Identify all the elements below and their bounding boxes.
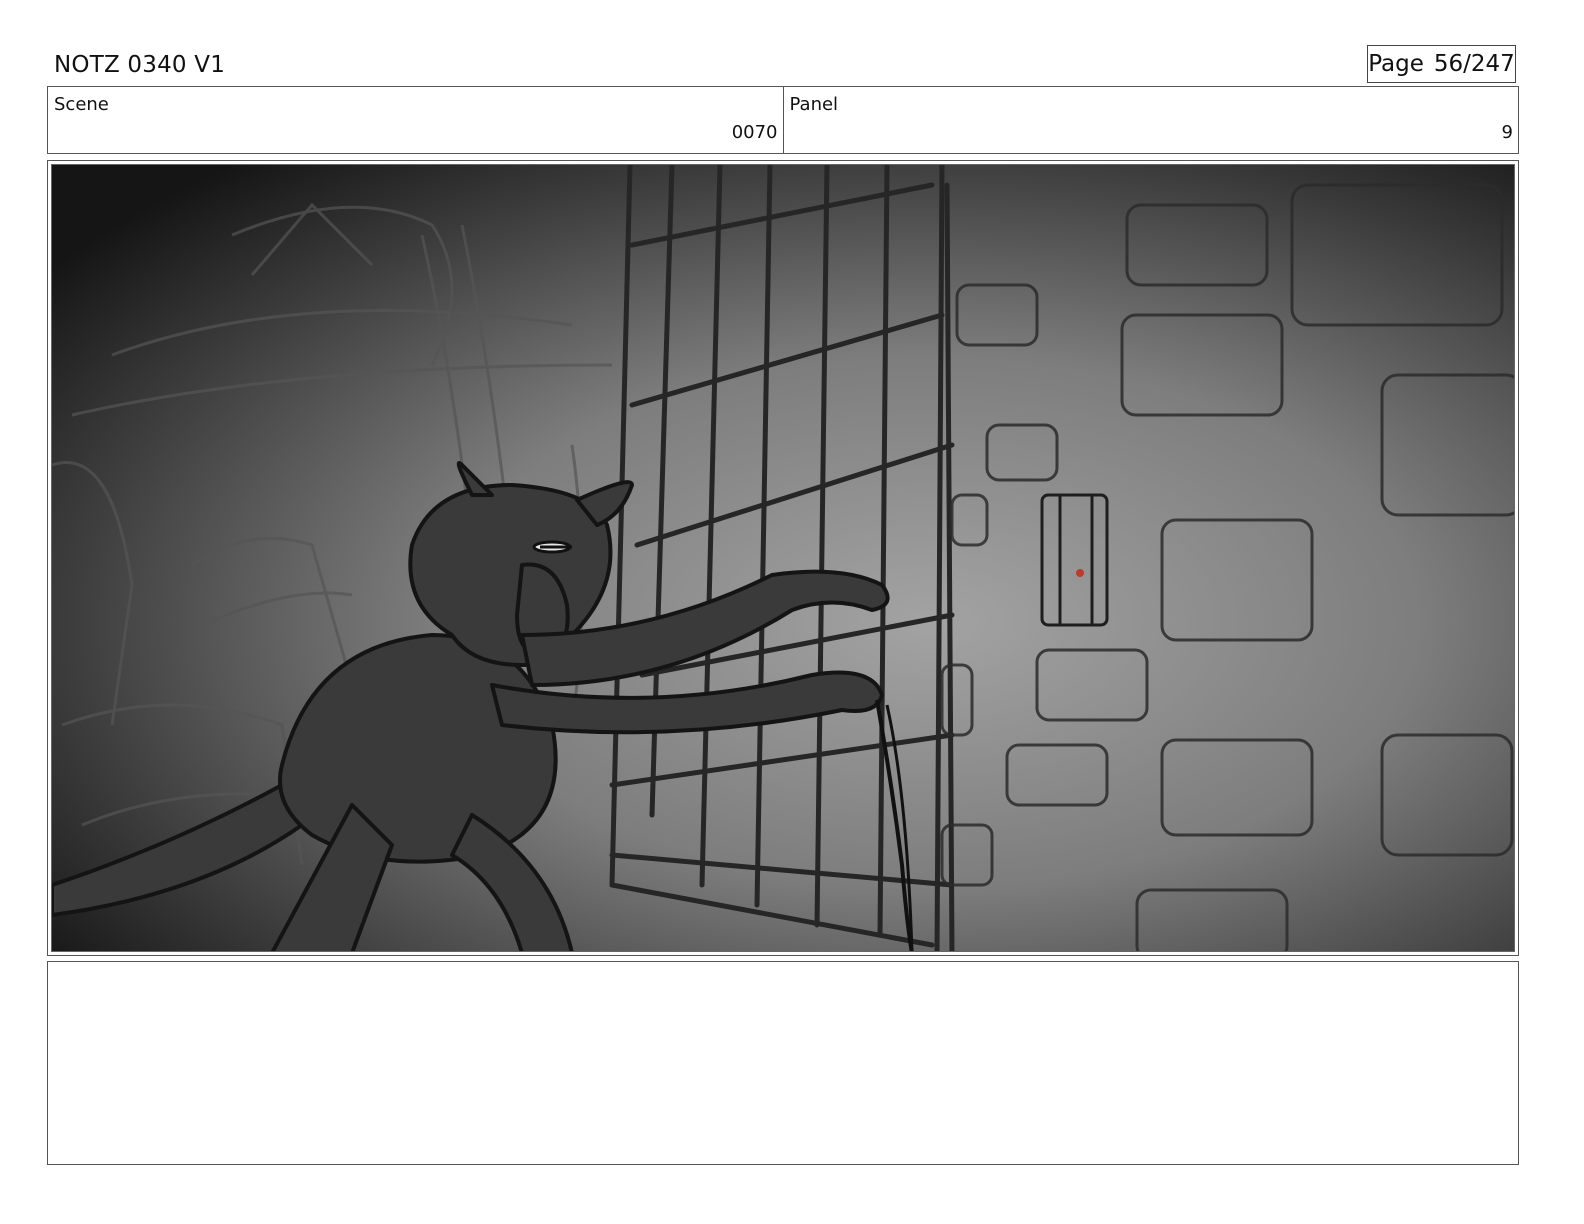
scene-panel-info: Scene 0070 Panel 9: [47, 86, 1519, 154]
scene-label: Scene: [54, 94, 109, 115]
panel-number: 9: [1501, 122, 1513, 143]
storyboard-frame: [51, 164, 1515, 952]
scene-number: 0070: [731, 122, 778, 143]
panel-notes-box: [47, 961, 1519, 1165]
document-title: NOTZ 0340 V1: [54, 52, 226, 78]
page-number: 56/247: [1433, 51, 1515, 77]
panel-label: Panel: [789, 94, 839, 115]
scene-cell: Scene 0070: [48, 87, 783, 153]
page-label: Page: [1368, 51, 1424, 77]
door-button-light: [1076, 569, 1084, 577]
panel-cell: Panel 9: [782, 87, 1519, 153]
page-indicator: Page 56/247: [1367, 45, 1516, 83]
storyboard-sketch-image: [52, 165, 1514, 951]
